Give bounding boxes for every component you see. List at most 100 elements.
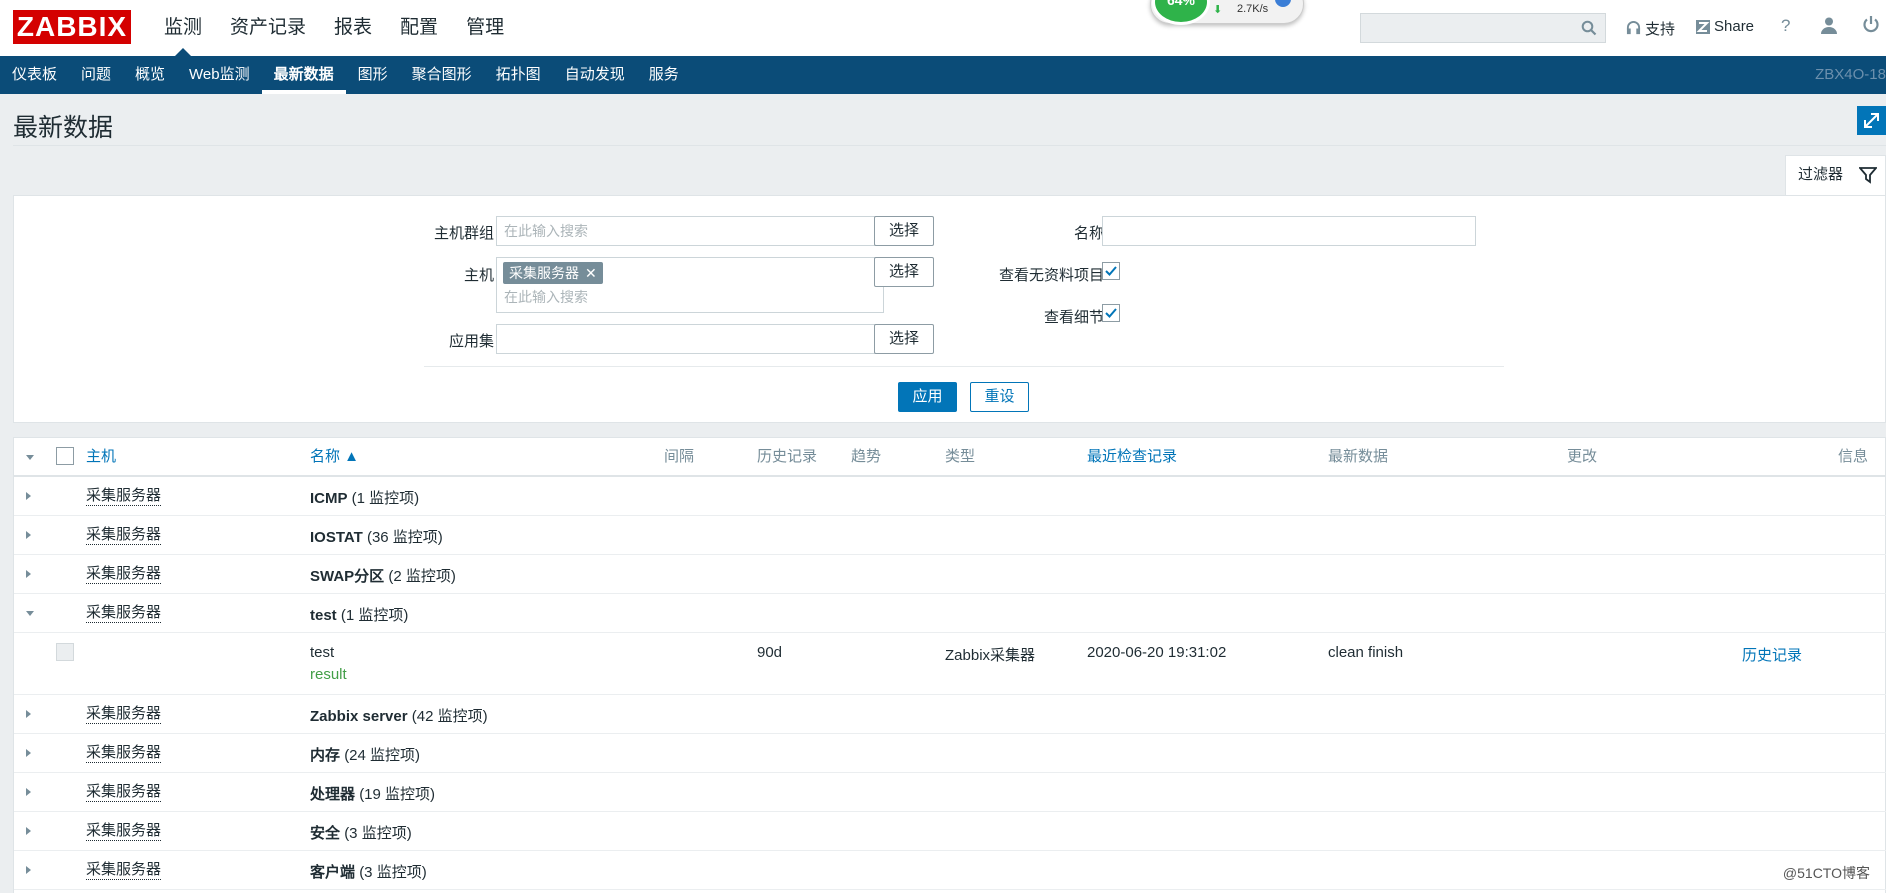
item-type: Zabbix采集器 <box>945 647 1036 664</box>
support-link[interactable]: 支持 <box>1626 18 1675 39</box>
share-link[interactable]: Share <box>1696 18 1754 35</box>
collapse-all-icon[interactable] <box>26 455 34 460</box>
header-info: 信息 <box>1838 448 1869 465</box>
sub-nav: 仪表板 问题 概览 Web监测 最新数据 图形 聚合图形 拓扑图 自动发现 服务… <box>0 56 1886 94</box>
subnav-problems[interactable]: 问题 <box>69 56 123 94</box>
main-nav: 监测 资产记录 报表 配置 管理 <box>150 0 518 56</box>
application-name: 安全 (3 监控项) <box>310 825 412 842</box>
filter-tab[interactable]: 过滤器 <box>1785 155 1886 195</box>
search-input[interactable] <box>1361 14 1571 42</box>
application-name: IOSTAT (36 监控项) <box>310 529 443 546</box>
remove-chip-icon[interactable]: ✕ <box>585 265 597 281</box>
info-badge-icon <box>1275 0 1291 7</box>
nav-configuration[interactable]: 配置 <box>386 0 452 56</box>
host-link[interactable]: 采集服务器 <box>86 783 162 802</box>
host-multiselect[interactable]: 采集服务器 ✕ 在此输入搜索 <box>496 257 884 313</box>
apply-button[interactable]: 应用 <box>898 382 957 412</box>
network-speed-widget[interactable]: 64% ⬇ 2.7K/s <box>1150 0 1304 25</box>
expand-icon[interactable] <box>26 710 31 718</box>
application-name: 内存 (24 监控项) <box>310 747 421 764</box>
host-link[interactable]: 采集服务器 <box>86 861 162 880</box>
server-name: ZBX4O-18 <box>1815 66 1886 83</box>
item-last-check: 2020-06-20 19:31:02 <box>1087 644 1227 661</box>
host-link[interactable]: 采集服务器 <box>86 565 162 584</box>
host-link[interactable]: 采集服务器 <box>86 744 162 763</box>
nav-inventory[interactable]: 资产记录 <box>216 0 320 56</box>
name-input[interactable] <box>1102 216 1476 246</box>
application-select-button[interactable]: 选择 <box>874 324 934 354</box>
table-row: 采集服务器 内存 (24 监控项) <box>14 734 1886 773</box>
application-name: SWAP分区 (2 监控项) <box>310 568 456 585</box>
host-link[interactable]: 采集服务器 <box>86 526 162 545</box>
show-items-without-data-checkbox[interactable] <box>1102 262 1120 280</box>
reset-button[interactable]: 重设 <box>970 382 1029 412</box>
user-profile-link[interactable] <box>1820 16 1838 34</box>
subnav-discovery[interactable]: 自动发现 <box>553 56 637 94</box>
filter-funnel-icon <box>1859 167 1877 184</box>
expand-icon[interactable] <box>26 827 31 835</box>
subnav-services[interactable]: 服务 <box>637 56 691 94</box>
nav-administration[interactable]: 管理 <box>452 0 518 56</box>
header-history: 历史记录 <box>757 448 818 465</box>
header-host[interactable]: 主机 <box>86 438 116 476</box>
collapse-icon[interactable] <box>26 611 34 616</box>
host-group-select-button[interactable]: 选择 <box>874 216 934 246</box>
select-all-checkbox[interactable] <box>56 447 74 465</box>
host-group-label: 主机群组 <box>433 225 494 242</box>
host-chip[interactable]: 采集服务器 ✕ <box>503 262 603 284</box>
checkmark-icon <box>1105 266 1117 276</box>
table-row: 采集服务器 处理器 (19 监控项) <box>14 773 1886 812</box>
table-row: 采集服务器 IOSTAT (36 监控项) <box>14 516 1886 555</box>
user-icon <box>1821 17 1837 34</box>
nav-monitoring[interactable]: 监测 <box>150 0 216 56</box>
host-select-button[interactable]: 选择 <box>874 257 934 287</box>
download-arrow-icon: ⬇ <box>1213 4 1223 16</box>
subnav-graphs[interactable]: 图形 <box>346 56 400 94</box>
global-search <box>1360 13 1606 43</box>
expand-icon[interactable] <box>26 570 31 578</box>
header-change: 更改 <box>1567 448 1598 465</box>
subnav-latest-data[interactable]: 最新数据 <box>261 56 346 94</box>
host-link[interactable]: 采集服务器 <box>86 604 162 623</box>
show-details-checkbox[interactable] <box>1102 304 1120 322</box>
speed-rate: 2.7K/s <box>1237 3 1269 15</box>
application-name: ICMP (1 监控项) <box>310 490 420 507</box>
logout-link[interactable] <box>1862 15 1880 33</box>
help-link[interactable]: ? <box>1781 16 1790 36</box>
expand-icon[interactable] <box>26 866 31 874</box>
fullscreen-button[interactable] <box>1857 106 1886 135</box>
power-icon <box>1863 16 1879 33</box>
host-link[interactable]: 采集服务器 <box>86 705 162 724</box>
share-z-icon <box>1696 19 1710 34</box>
expand-icon[interactable] <box>26 531 31 539</box>
expand-icon[interactable] <box>26 788 31 796</box>
subnav-web[interactable]: Web监测 <box>177 56 262 94</box>
filter-divider <box>424 366 1504 367</box>
application-name: test (1 监控项) <box>310 607 409 624</box>
checkmark-icon <box>1105 308 1117 318</box>
subnav-maps[interactable]: 拓扑图 <box>484 56 553 94</box>
zabbix-logo[interactable]: ZABBIX <box>13 10 131 44</box>
expand-icon[interactable] <box>26 749 31 757</box>
host-group-input[interactable]: 在此输入搜索 <box>496 216 884 246</box>
item-history: 90d <box>757 644 783 661</box>
subnav-overview[interactable]: 概览 <box>123 56 177 94</box>
application-label: 应用集 <box>448 333 494 350</box>
history-link[interactable]: 历史记录 <box>1742 644 1802 665</box>
item-last-value: clean finish <box>1328 644 1404 661</box>
filter-panel: 主机群组 在此输入搜索 选择 主机 采集服务器 ✕ 在此输入搜索 选择 应用集 选… <box>13 195 1886 423</box>
table-row: 采集服务器 ICMP (1 监控项) <box>14 477 1886 516</box>
subnav-screens[interactable]: 聚合图形 <box>400 56 484 94</box>
search-icon[interactable] <box>1581 20 1597 36</box>
host-search-placeholder: 在此输入搜索 <box>504 289 588 305</box>
application-input[interactable] <box>496 324 884 354</box>
header-last-check[interactable]: 最近检查记录 <box>1087 438 1177 476</box>
item-checkbox[interactable] <box>56 643 74 661</box>
nav-reports[interactable]: 报表 <box>320 0 386 56</box>
header-name[interactable]: 名称 ▲ <box>310 438 359 476</box>
host-link[interactable]: 采集服务器 <box>86 487 162 506</box>
item-name: test <box>310 644 335 661</box>
subnav-dashboard[interactable]: 仪表板 <box>0 56 69 94</box>
host-link[interactable]: 采集服务器 <box>86 822 162 841</box>
expand-icon[interactable] <box>26 492 31 500</box>
